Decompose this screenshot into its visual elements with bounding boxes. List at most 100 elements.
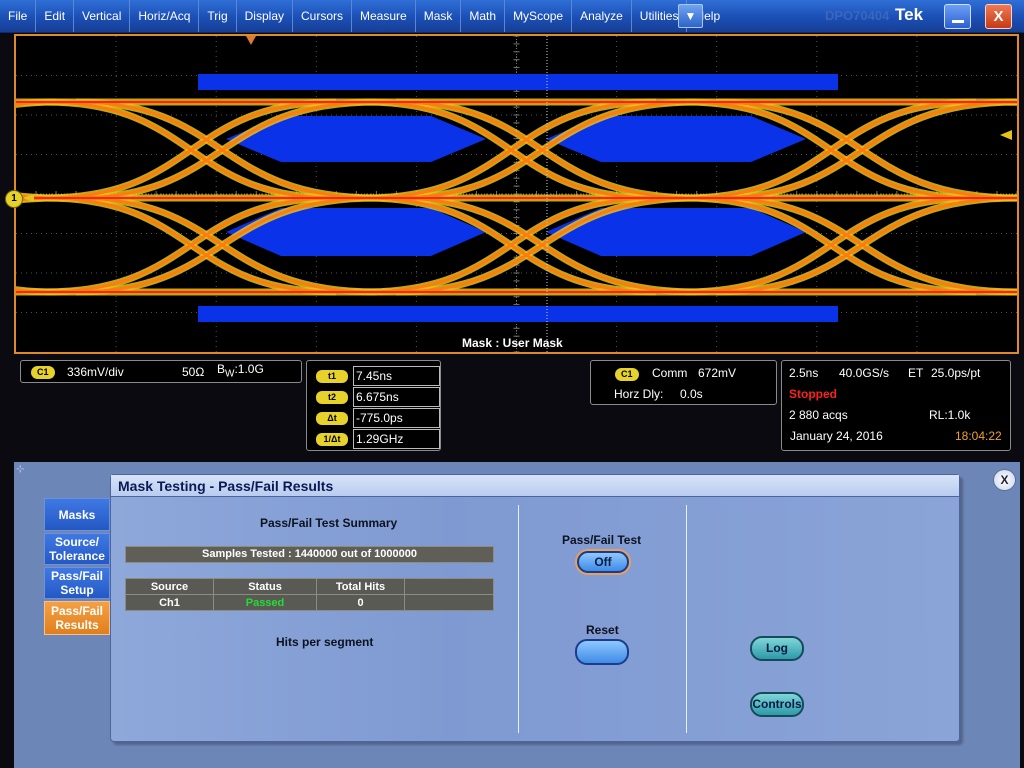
pass-fail-test-toggle[interactable]: Off [577,551,629,573]
results-table: Source Status Total Hits Ch1 Passed 0 [125,578,494,611]
menu-items: File Edit Vertical Horiz/Acq Trig Displa… [0,0,728,32]
trigger-source-badge: C1 [615,368,639,381]
section-divider-1 [518,505,519,733]
sample-rate: 40.0GS/s [839,366,890,380]
cursor-delta-value: -775.0ps [353,408,440,428]
controls-button[interactable]: Controls [750,692,804,717]
menu-file[interactable]: File [0,0,37,32]
cell-status: Passed [213,594,317,611]
trigger-mode: Comm [652,366,688,380]
hits-per-segment-label: Hits per segment [276,635,374,649]
eye-trace [16,196,57,202]
record-length: RL:1.0k [929,408,971,422]
panel-close-button[interactable]: X [993,469,1016,491]
cursor-t1-badge: t1 [316,370,348,383]
cell-total-hits: 0 [316,594,405,611]
eye-trace [16,100,57,106]
trigger-level-marker[interactable] [1000,130,1012,140]
tab-source-tolerance-label: Source/ Tolerance [49,535,105,563]
cursor-delta-badge: Δt [316,412,348,425]
menu-display[interactable]: Display [237,0,293,32]
trigger-level: 672mV [698,366,737,380]
cursor-readout[interactable]: t1 7.45ns t2 6.675ns Δt -775.0ps 1/Δt 1.… [306,360,441,451]
menu-horiz-acq[interactable]: Horiz/Acq [130,0,200,32]
samples-tested: Samples Tested : 1440000 out of 1000000 [125,546,494,563]
cell-source: Ch1 [125,594,214,611]
panel-resize-icon[interactable]: ⊹ [16,464,24,475]
eye-trace [1005,196,1017,200]
waveform-display[interactable]: 1 Mask : User Mask [5,34,1019,354]
timebase: 2.5ns [789,366,819,380]
tab-pass-fail-results-label: Pass/Fail Results [50,604,104,632]
header-empty [404,578,494,595]
eye-trace-halo [1005,288,1017,296]
tab-pass-fail-setup[interactable]: Pass/Fail Setup [44,567,110,599]
eye-trace [1005,290,1017,294]
menu-bar: File Edit Vertical Horiz/Acq Trig Displa… [0,0,1024,33]
mask-bottom-bar [198,306,838,322]
header-source: Source [125,578,214,595]
waveform-canvas [16,36,1017,352]
cursor-freq-badge: 1/Δt [316,433,348,446]
channel-readout[interactable]: C1 336mV/div 50Ω BW:1.0G [20,360,302,383]
menu-edit[interactable]: Edit [36,0,75,32]
instrument-model-text: DPO70404 [825,8,890,23]
minimize-button[interactable] [944,4,971,29]
eye-trace [1005,100,1017,104]
tab-pass-fail-results[interactable]: Pass/Fail Results [44,601,110,635]
dialog-title: Mask Testing - Pass/Fail Results [111,475,959,497]
tab-masks[interactable]: Masks [44,498,110,531]
tek-logo: Tek [895,5,924,24]
menu-trig[interactable]: Trig [199,0,237,32]
eye-trace-halo [1005,98,1017,106]
mask-eye-region [226,208,486,256]
acquisition-readout[interactable]: 2.5ns 40.0GS/s ET 25.0ps/pt Stopped 2 88… [781,360,1011,451]
table-row: Ch1 Passed 0 [125,594,494,611]
eye-trace [16,194,57,200]
mask-results-dialog: Mask Testing - Pass/Fail Results Pass/Fa… [110,474,960,742]
section-divider-2 [686,505,687,733]
cursor-t1-value: 7.45ns [353,366,440,386]
trigger-readout[interactable]: C1 Comm 672mV Horz Dly: 0.0s [590,360,777,405]
eye-trace-halo [16,98,57,108]
menu-mask[interactable]: Mask [416,0,462,32]
menu-measure[interactable]: Measure [352,0,416,32]
time-resolution: 25.0ps/pt [931,366,981,380]
channel-badge: C1 [31,366,55,379]
acq-status: Stopped [789,387,837,401]
menu-cursors[interactable]: Cursors [293,0,353,32]
mask-top-bar [198,74,838,90]
clock-time: 18:04:22 [955,429,1002,443]
cursor-t2-value: 6.675ns [353,387,440,407]
date: January 24, 2016 [790,429,883,443]
tab-masks-label: Masks [58,507,96,522]
menu-math[interactable]: Math [461,0,506,32]
eye-trace-halo [16,286,57,296]
eye-trace-halo [16,194,57,204]
tab-source-tolerance[interactable]: Source/ Tolerance [44,533,110,565]
horz-dly-value: 0.0s [680,387,703,401]
trigger-position-marker[interactable] [246,36,256,45]
cell-empty [404,594,494,611]
header-status: Status [213,578,317,595]
menu-dropdown-button[interactable]: ▼ [678,4,703,28]
mask-label: Mask : User Mask [462,336,563,350]
channel-1-marker-label: 1 [11,193,17,204]
reset-button[interactable] [575,639,629,665]
cursor-freq-value: 1.29GHz [353,429,440,449]
channel-1-marker[interactable]: 1 [5,190,23,208]
pass-fail-test-label: Pass/Fail Test [562,533,642,547]
eye-trace-halo [1005,194,1017,202]
menu-vertical[interactable]: Vertical [74,0,131,32]
eye-trace [16,288,57,294]
channel-bandwidth: BW:1.0G [217,362,264,379]
menu-analyze[interactable]: Analyze [572,0,632,32]
mask-eye-region [546,208,806,256]
reset-label: Reset [586,623,619,637]
close-app-button[interactable]: X [985,4,1012,29]
horz-dly-label: Horz Dly: [614,387,664,401]
log-button[interactable]: Log [750,636,804,661]
bandwidth-value: :1.0G [234,362,264,376]
eye-trace-halo [1005,194,1017,202]
menu-myscope[interactable]: MyScope [505,0,573,32]
